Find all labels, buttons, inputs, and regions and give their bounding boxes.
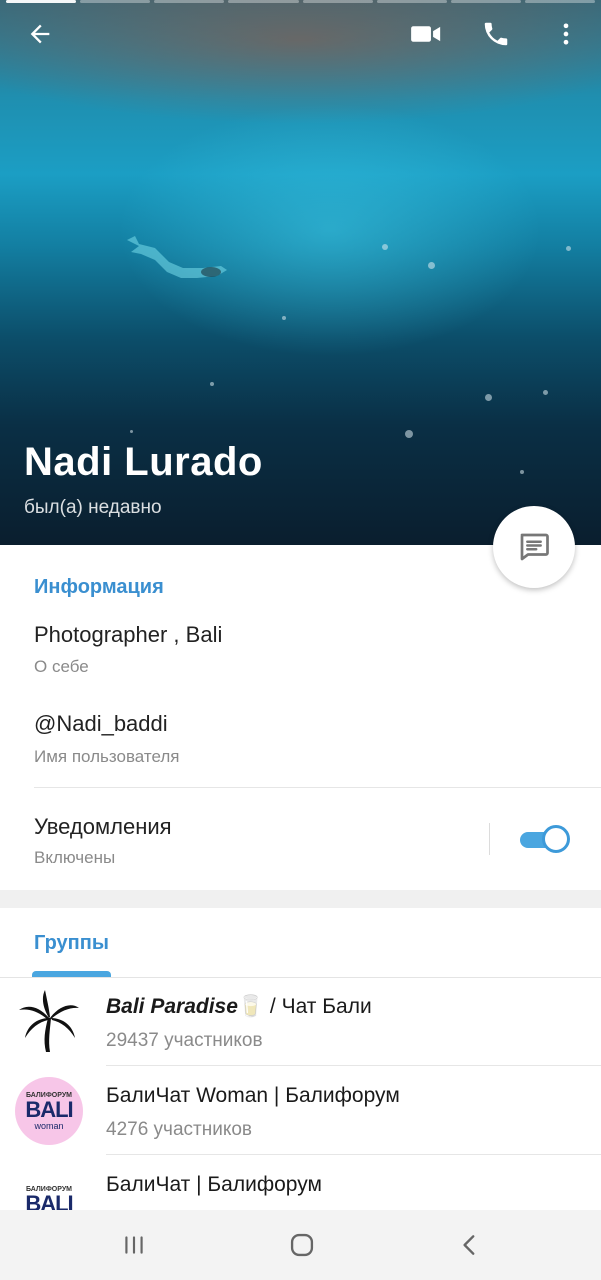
particle xyxy=(130,430,133,433)
notifications-toggle[interactable] xyxy=(520,825,570,853)
home-button[interactable] xyxy=(280,1223,324,1267)
group-member-count: 29437 участников xyxy=(106,1030,263,1051)
profile-name: Nadi Lurado xyxy=(24,440,263,484)
particle xyxy=(566,246,571,251)
story-progress-bars xyxy=(6,0,595,4)
bio-label: О себе xyxy=(34,657,89,676)
video-camera-icon xyxy=(411,26,441,42)
story-bar xyxy=(376,0,447,3)
message-button[interactable] xyxy=(493,506,575,588)
row-divider xyxy=(106,1154,601,1155)
avatar: БАЛИФОРУМ BALI xyxy=(15,1166,83,1210)
group-item-bali-paradise[interactable]: Bali Paradise🥛 / Чат Бали 29437 участник… xyxy=(0,978,601,1066)
more-options-button[interactable] xyxy=(544,12,588,56)
particle xyxy=(405,430,413,438)
logo-main-text: BALI xyxy=(25,1190,73,1210)
group-name: БалиЧат Woman | Балифорум xyxy=(106,1084,400,1107)
logo-sub-text: woman xyxy=(34,1120,64,1131)
particle xyxy=(520,470,524,474)
logo-main-text: BALI xyxy=(25,1096,73,1122)
phone-icon xyxy=(484,22,508,46)
arrow-left-icon xyxy=(30,24,50,44)
group-item-balichat-woman[interactable]: БАЛИФОРУМ BALI woman БалиЧат Woman | Бал… xyxy=(0,1067,601,1155)
back-button[interactable] xyxy=(18,12,62,56)
info-section: Информация Photographer , Bali О себе @N… xyxy=(0,545,601,890)
recents-icon xyxy=(125,1236,143,1254)
notifications-title: Уведомления xyxy=(34,814,172,839)
story-bar xyxy=(524,0,595,3)
glass-emoji: 🥛 xyxy=(237,995,265,1018)
particle xyxy=(282,316,286,320)
story-bar xyxy=(6,0,77,3)
profile-status: был(а) недавно xyxy=(24,497,162,518)
call-button[interactable] xyxy=(474,12,518,56)
story-bar xyxy=(80,0,151,3)
system-navigation-bar xyxy=(0,1210,601,1280)
group-name: Bali Paradise🥛 / Чат Бали xyxy=(106,995,372,1019)
home-icon xyxy=(290,1233,314,1257)
group-name-emphasis: Bali Paradise xyxy=(106,995,238,1018)
particle xyxy=(543,390,548,395)
username-label: Имя пользователя xyxy=(34,747,180,766)
groups-section: Группы Bali Paradise🥛 / Чат Бали 29437 у… xyxy=(0,908,601,1210)
group-name: БалиЧат | Балифорум xyxy=(106,1173,322,1196)
palm-tree-icon xyxy=(19,990,79,1052)
video-call-button[interactable] xyxy=(404,12,448,56)
group-item-balichat[interactable]: БАЛИФОРУМ BALI БалиЧат | Балифорум xyxy=(0,1156,601,1210)
info-section-title: Информация xyxy=(34,576,164,598)
profile-header: Nadi Lurado был(а) недавно xyxy=(0,0,601,545)
avatar: БАЛИФОРУМ BALI woman xyxy=(15,1077,83,1145)
row-divider xyxy=(106,1065,601,1066)
group-name-rest: / Чат Бали xyxy=(264,995,372,1018)
group-member-count: 4276 участников xyxy=(106,1119,253,1140)
bio-value: Photographer , Bali xyxy=(34,622,223,647)
diver-image xyxy=(127,236,227,278)
toggle-knob xyxy=(542,825,570,853)
story-bar xyxy=(302,0,373,3)
particle xyxy=(485,394,492,401)
story-bar xyxy=(450,0,521,3)
username-value: @Nadi_baddi xyxy=(34,711,168,736)
divider xyxy=(34,787,601,788)
recents-button[interactable] xyxy=(112,1223,156,1267)
story-bar xyxy=(154,0,225,3)
nav-back-icon xyxy=(463,1235,475,1255)
message-icon xyxy=(520,533,549,561)
nav-back-button[interactable] xyxy=(448,1223,492,1267)
particle xyxy=(428,262,435,269)
particle xyxy=(210,382,214,386)
particle xyxy=(382,244,388,250)
story-bar xyxy=(228,0,299,3)
tab-groups[interactable]: Группы xyxy=(34,932,109,955)
toggle-separator xyxy=(489,823,490,855)
avatar xyxy=(15,988,83,1056)
more-vertical-icon xyxy=(563,23,569,45)
notifications-status: Включены xyxy=(34,848,116,867)
